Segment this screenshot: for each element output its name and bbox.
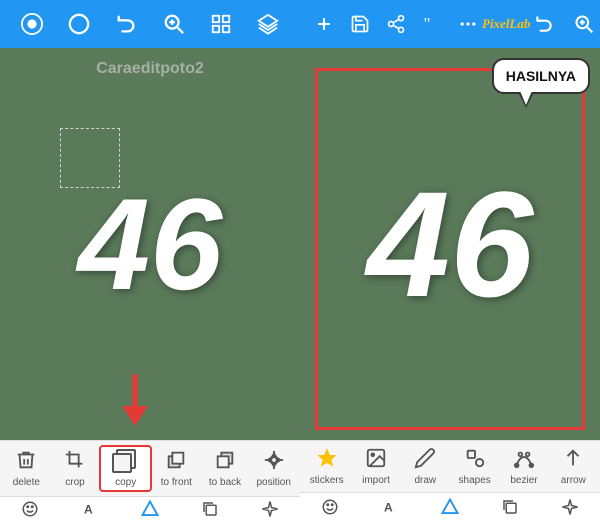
watermark-text: Caraeditpoto2 bbox=[96, 60, 204, 78]
draw-tool[interactable]: draw bbox=[401, 445, 450, 488]
copy-nav-left[interactable] bbox=[199, 498, 221, 520]
delete-icon bbox=[15, 449, 37, 475]
delete-tool[interactable]: delete bbox=[2, 445, 51, 492]
crop-icon bbox=[64, 449, 86, 475]
arrow-down-container bbox=[110, 370, 160, 430]
right-top-toolbar: " PixelLab bbox=[300, 0, 600, 48]
circle-icon[interactable] bbox=[65, 10, 93, 38]
to-back-icon bbox=[214, 449, 236, 475]
pixellab-logo: PixelLab bbox=[482, 16, 530, 32]
save-icon[interactable] bbox=[346, 10, 374, 38]
stickers-tool[interactable]: stickers bbox=[302, 445, 351, 488]
back-icon[interactable] bbox=[18, 10, 46, 38]
shape-nav-left[interactable] bbox=[139, 498, 161, 520]
position-icon bbox=[263, 449, 285, 475]
shapes-tool[interactable]: shapes bbox=[450, 445, 499, 488]
copy-label: copy bbox=[115, 477, 136, 488]
stickers-nav-left[interactable] bbox=[19, 498, 41, 520]
to-front-label: to front bbox=[161, 477, 192, 488]
left-canvas: Caraeditpoto2 46 bbox=[0, 48, 300, 440]
left-top-toolbar bbox=[0, 0, 300, 48]
right-bottom-tools-row: stickers import bbox=[300, 441, 600, 492]
bezier-label: bezier bbox=[510, 475, 537, 486]
crop-tool[interactable]: crop bbox=[51, 445, 100, 492]
svg-text:A: A bbox=[384, 500, 393, 514]
position-label: position bbox=[256, 477, 290, 488]
copy-tool[interactable]: copy bbox=[99, 445, 152, 492]
speech-bubble: HASILNYA bbox=[492, 58, 590, 94]
position-tool[interactable]: position bbox=[249, 445, 298, 492]
sparkle-nav-right[interactable] bbox=[559, 496, 581, 518]
zoom-icon[interactable] bbox=[160, 10, 188, 38]
zoom-icon-right[interactable] bbox=[570, 10, 598, 38]
grid-icon[interactable] bbox=[207, 10, 235, 38]
svg-text:": " bbox=[424, 14, 431, 33]
undo-icon-right[interactable] bbox=[530, 10, 558, 38]
undo-icon[interactable] bbox=[112, 10, 140, 38]
right-panel: " PixelLab bbox=[300, 0, 600, 520]
stickers-nav-right[interactable] bbox=[319, 496, 341, 518]
arrow-icon bbox=[562, 447, 584, 473]
copy-icon bbox=[112, 449, 140, 475]
left-bottom-nav: A bbox=[0, 496, 300, 520]
arrow-label: arrow bbox=[561, 475, 586, 486]
bezier-tool[interactable]: bezier bbox=[499, 445, 548, 488]
to-front-icon bbox=[165, 449, 187, 475]
stickers-icon bbox=[316, 447, 338, 473]
text-nav-left[interactable]: A bbox=[79, 498, 101, 520]
add-icon[interactable] bbox=[310, 10, 338, 38]
quote-icon[interactable]: " bbox=[418, 10, 446, 38]
text-nav-right[interactable]: A bbox=[379, 496, 401, 518]
to-back-label: to back bbox=[209, 477, 241, 488]
arrow-down-icon bbox=[110, 370, 160, 430]
number-display-left: 46 bbox=[78, 169, 223, 319]
draw-label: draw bbox=[414, 475, 436, 486]
stickers-label: stickers bbox=[310, 475, 344, 486]
to-back-tool[interactable]: to back bbox=[201, 445, 250, 492]
number-display-right: 46 bbox=[367, 158, 534, 331]
delete-label: delete bbox=[13, 477, 40, 488]
import-label: import bbox=[362, 475, 390, 486]
to-front-tool[interactable]: to front bbox=[152, 445, 201, 492]
shapes-icon bbox=[464, 447, 486, 473]
shape-nav-right[interactable] bbox=[439, 496, 461, 518]
arrow-tool[interactable]: arrow bbox=[549, 445, 598, 488]
share-icon[interactable] bbox=[382, 10, 410, 38]
right-bottom-nav: A bbox=[300, 492, 600, 520]
import-tool[interactable]: import bbox=[351, 445, 400, 488]
sparkle-nav-left[interactable] bbox=[259, 498, 281, 520]
right-toolbar-icons bbox=[530, 10, 600, 38]
draw-icon bbox=[414, 447, 436, 473]
crop-label: crop bbox=[65, 477, 84, 488]
shapes-label: shapes bbox=[459, 475, 491, 486]
svg-text:A: A bbox=[84, 502, 93, 516]
bottom-tools-row: delete crop copy bbox=[0, 441, 300, 496]
left-bottom-toolbar: delete crop copy bbox=[0, 440, 300, 520]
right-bottom-toolbar: stickers import bbox=[300, 440, 600, 520]
copy-nav-right[interactable] bbox=[499, 496, 521, 518]
right-canvas: HASILNYA 46 bbox=[300, 48, 600, 440]
left-panel: Caraeditpoto2 46 delete bbox=[0, 0, 300, 520]
bezier-icon bbox=[513, 447, 535, 473]
import-icon bbox=[365, 447, 387, 473]
edit-selection-box bbox=[60, 128, 120, 188]
more-icon-right[interactable] bbox=[454, 10, 482, 38]
layers-icon[interactable] bbox=[254, 10, 282, 38]
